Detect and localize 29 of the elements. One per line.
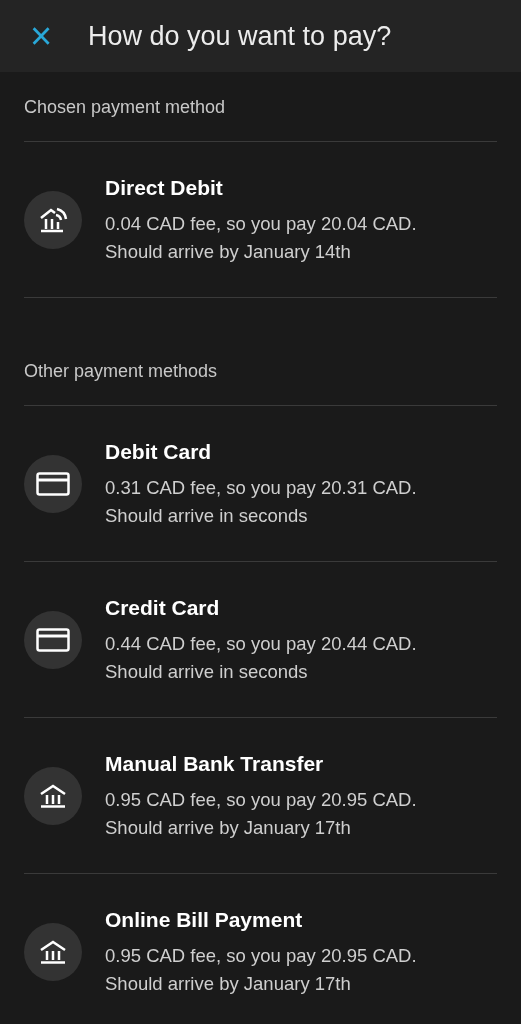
payment-method-item[interactable]: Debit Card 0.31 CAD fee, so you pay 20.31 CAD. Should arrive in seconds xyxy=(24,406,497,562)
arrival-text: Should arrive in seconds xyxy=(105,504,309,528)
bank-icon xyxy=(39,938,67,965)
payment-method-item[interactable]: Credit Card 0.44 CAD fee, so you pay 20.44 CAD. Should arrive in seconds xyxy=(24,562,497,718)
section-heading: Chosen payment method xyxy=(24,96,227,119)
method-name: Debit Card xyxy=(105,439,213,465)
arrival-text: Should arrive by January 17th xyxy=(105,816,352,840)
fee-text: 0.31 CAD fee, so you pay 20.31 CAD. xyxy=(105,476,417,500)
bank-signal-icon xyxy=(38,205,68,234)
payment-method-item[interactable]: Online Bill Payment 0.95 CAD fee, so you pay 20.95 CAD. Should arrive by January 17th xyxy=(24,874,497,1024)
fee-text: 0.95 CAD fee, so you pay 20.95 CAD. xyxy=(105,788,417,812)
bank-icon xyxy=(39,782,67,809)
method-name: Manual Bank Transfer xyxy=(105,751,325,777)
method-name: Online Bill Payment xyxy=(105,907,304,933)
section-heading: Other payment methods xyxy=(24,360,219,383)
arrival-text: Should arrive in seconds xyxy=(105,660,309,684)
close-button[interactable]: × xyxy=(26,21,56,51)
credit-card-icon xyxy=(36,627,70,652)
arrival-text: Should arrive by January 17th xyxy=(105,972,352,996)
method-name: Credit Card xyxy=(105,595,221,621)
fee-text: 0.95 CAD fee, so you pay 20.95 CAD. xyxy=(105,944,417,968)
payment-method-item[interactable]: Direct Debit 0.04 CAD fee, so you pay 20.04 CAD. Should arrive by January 14th xyxy=(24,142,497,298)
fee-text: 0.44 CAD fee, so you pay 20.44 CAD. xyxy=(105,632,417,656)
page-title: How do you want to pay? xyxy=(88,19,392,53)
method-name: Direct Debit xyxy=(105,175,224,201)
fee-text: 0.04 CAD fee, so you pay 20.04 CAD. xyxy=(105,212,417,236)
payment-method-item[interactable]: Manual Bank Transfer 0.95 CAD fee, so you pay 20.95 CAD. Should arrive by January 17th xyxy=(24,718,497,874)
arrival-text: Should arrive by January 14th xyxy=(105,240,352,264)
credit-card-icon xyxy=(36,471,70,496)
